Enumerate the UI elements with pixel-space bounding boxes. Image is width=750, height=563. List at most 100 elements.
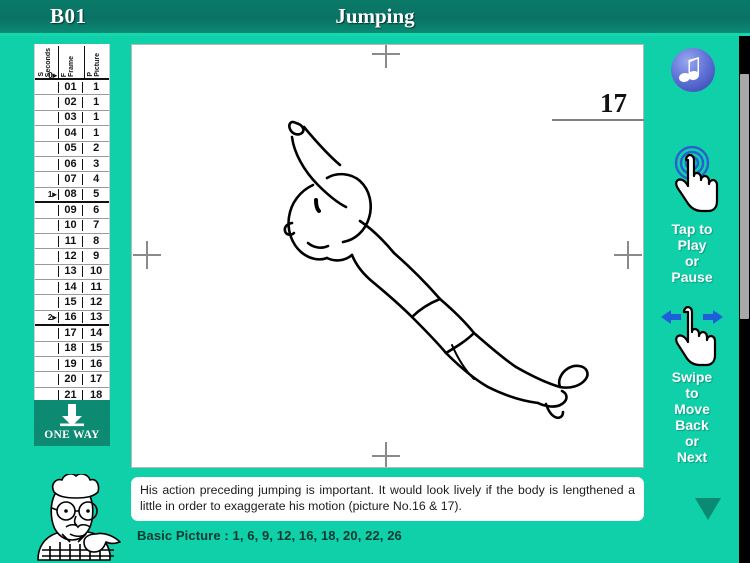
table-row: 01 1 (35, 80, 109, 96)
cell-seconds: 2▸ (47, 312, 57, 323)
table-row: 20 17 (35, 372, 109, 388)
cell-seconds: 1▸ (47, 189, 57, 200)
cell-picture: 5 (93, 187, 100, 200)
cell-picture: 8 (93, 234, 100, 247)
frame-timing-table: S Seconds F Frame P Picture 0▸ 01 1 02 1 03 1… (34, 44, 110, 404)
cell-picture: 1 (93, 111, 100, 124)
table-row: 13 10 (35, 265, 109, 281)
cell-picture: 12 (90, 296, 103, 309)
canvas-drawing (133, 45, 642, 467)
cell-picture: 18 (90, 388, 103, 401)
column-header-picture-word: Picture (94, 53, 101, 77)
cell-picture: 4 (93, 173, 100, 186)
cell-picture: 13 (90, 311, 103, 324)
vertical-scrollbar-track[interactable] (739, 36, 750, 563)
column-header-frame-word: Frame (68, 55, 75, 77)
header-divider-1 (58, 46, 59, 80)
animation-canvas[interactable]: 17 (131, 44, 644, 468)
frame-table-body: 01 1 02 1 03 1 04 1 05 2 06 3 07 4 1▸ 08 5 09 6 10 7 11 8 12 9 13… (35, 80, 109, 404)
cell-frame: 15 (57, 297, 84, 309)
cell-frame: 16 (57, 312, 84, 324)
jumping-figure (283, 120, 589, 420)
cell-frame: 13 (57, 266, 84, 278)
cell-picture: 9 (93, 249, 100, 262)
cell-picture: 1 (93, 126, 100, 139)
header-underline (0, 33, 750, 36)
table-row: 02 1 (35, 95, 109, 111)
table-row: 14 11 (35, 280, 109, 296)
cell-frame: 18 (57, 343, 84, 355)
one-way-button[interactable]: ONE WAY (34, 400, 110, 446)
cell-picture: 14 (90, 326, 103, 339)
table-row: 06 3 (35, 157, 109, 173)
cell-frame: 12 (57, 250, 84, 262)
frame-number-label: 17 (600, 88, 627, 118)
table-row: 2▸ 16 13 (35, 311, 109, 327)
cell-picture: 6 (93, 203, 100, 216)
right-sidebar: Tap to Play or Pause Swipe to Move Back … (648, 36, 736, 536)
cell-frame: 02 (57, 97, 84, 109)
swipe-to-move-control[interactable]: Swipe to Move Back or Next (648, 306, 736, 465)
cell-frame: 06 (57, 158, 84, 170)
cell-frame: 20 (57, 374, 84, 386)
table-row: 11 8 (35, 234, 109, 250)
caption-text: His action preceding jumping is importan… (140, 483, 635, 513)
table-row: 17 14 (35, 326, 109, 342)
tap-hand-icon (674, 146, 719, 213)
column-header-frame-letter: F (61, 72, 68, 77)
right-arrow-icon (703, 310, 723, 324)
table-row: 03 1 (35, 111, 109, 127)
tap-to-play-control[interactable]: Tap to Play or Pause (648, 146, 736, 285)
cell-picture: 3 (93, 157, 100, 170)
cell-frame: 14 (57, 281, 84, 293)
app-header: B01 Jumping (0, 0, 750, 33)
cell-frame: 01 (57, 81, 84, 93)
one-way-label: ONE WAY (44, 429, 100, 441)
music-note-icon[interactable] (670, 47, 716, 93)
page-title: Jumping (335, 4, 415, 28)
cell-picture: 10 (90, 265, 103, 278)
cell-frame: 09 (57, 204, 84, 216)
caption-box: His action preceding jumping is importan… (131, 477, 644, 521)
header-lesson-code: B01 (50, 4, 87, 28)
cell-frame: 04 (57, 127, 84, 139)
table-row: 1▸ 08 5 (35, 187, 109, 204)
swipe-to-move-label: Swipe to Move Back or Next (671, 369, 713, 465)
cell-frame: 21 (57, 389, 84, 401)
cell-picture: 15 (90, 342, 103, 355)
table-row: 12 9 (35, 249, 109, 265)
cell-frame: 08 (57, 188, 84, 200)
left-arrow-icon (661, 310, 681, 324)
basic-picture-label: Basic Picture : 1, 6, 9, 12, 16, 18, 20,… (137, 528, 402, 543)
header-divider-2 (84, 46, 85, 80)
seconds-marker-zero: 0▸ (48, 70, 57, 80)
cell-frame: 11 (57, 235, 84, 247)
cell-frame: 17 (57, 327, 84, 339)
cell-picture: 1 (93, 96, 100, 109)
vertical-scrollbar-thumb[interactable] (740, 74, 749, 319)
table-row: 18 15 (35, 342, 109, 358)
cell-frame: 07 (57, 174, 84, 186)
table-row: 07 4 (35, 172, 109, 188)
table-row: 04 1 (35, 126, 109, 142)
column-header-picture-letter: P (87, 72, 94, 77)
table-row: 10 7 (35, 219, 109, 234)
cell-picture: 17 (90, 373, 103, 386)
registration-marks (133, 45, 642, 467)
cell-frame: 19 (57, 358, 84, 370)
cell-picture: 11 (90, 280, 102, 293)
table-row: 05 2 (35, 142, 109, 157)
cell-picture: 16 (90, 357, 103, 370)
frame-number-underline (552, 119, 644, 121)
cell-picture: 7 (93, 219, 100, 232)
cell-frame: 05 (57, 143, 84, 155)
down-arrow-icon (60, 404, 84, 427)
cell-frame: 03 (57, 112, 84, 124)
table-row: 15 12 (35, 295, 109, 311)
scroll-down-triangle-icon[interactable] (695, 498, 721, 520)
cell-frame: 10 (57, 220, 84, 232)
table-row: 19 16 (35, 357, 109, 373)
table-row: 09 6 (35, 203, 109, 219)
professor-character-icon (37, 474, 121, 561)
tap-to-play-label: Tap to Play or Pause (671, 221, 713, 285)
